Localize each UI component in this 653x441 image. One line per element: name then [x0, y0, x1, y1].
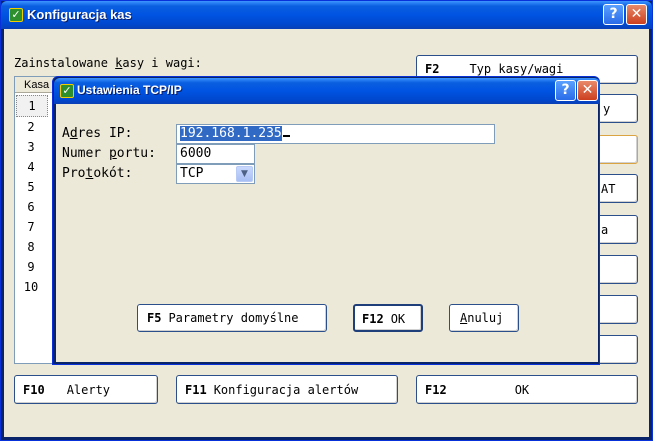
port-input[interactable]: 6000 [176, 144, 255, 164]
partial-button-6[interactable] [596, 335, 638, 364]
dialog-app-icon: ✓ [60, 84, 74, 98]
list-rows: 1 2 3 4 5 6 7 8 9 10 [16, 95, 54, 297]
installed-label: Zainstalowane kasy i wagi: [14, 56, 202, 70]
main-titlebar[interactable]: ✓ Konfiguracja kas ? ✕ [1, 1, 652, 29]
partial-button-focused[interactable] [596, 135, 638, 164]
list-item[interactable]: 8 [16, 237, 46, 257]
dialog-titlebar[interactable]: ✓ Ustawienia TCP/IP ? ✕ [54, 78, 600, 104]
list-item[interactable]: 5 [16, 177, 46, 197]
list-item[interactable]: 2 [16, 117, 46, 137]
list-item[interactable]: 9 [16, 257, 46, 277]
ip-label: Adres IP: [62, 126, 133, 141]
dialog-client: Adres IP: 192.168.1.235 Numer portu: 600… [56, 104, 598, 362]
list-item[interactable]: 10 [16, 277, 46, 297]
partial-button-3[interactable]: a [596, 215, 638, 244]
port-label: Numer portu: [62, 146, 156, 161]
list-item[interactable]: 1 [16, 95, 48, 117]
protocol-value: TCP [180, 166, 204, 181]
partial-button-5[interactable] [596, 295, 638, 324]
partial-button-1[interactable]: y [596, 94, 638, 123]
window-title: Konfiguracja kas [27, 7, 132, 22]
default-params-button[interactable]: F5 Parametry domyślne [137, 304, 327, 332]
protocol-select[interactable]: TCP ▼ [176, 164, 255, 184]
protocol-label: Protokót: [62, 166, 133, 181]
dialog-title: Ustawienia TCP/IP [77, 83, 182, 97]
alerts-button[interactable]: F10 Alerty [14, 375, 158, 404]
ok-main-button[interactable]: F12 OK [416, 375, 638, 404]
tcpip-dialog: ✓ Ustawienia TCP/IP ? ✕ Adres IP: 192.16… [52, 76, 600, 365]
cancel-button[interactable]: Anuluj [449, 304, 519, 332]
dialog-ok-button[interactable]: F12 OK [353, 304, 423, 332]
dialog-close-icon[interactable]: ✕ [577, 80, 598, 101]
list-item[interactable]: 4 [16, 157, 46, 177]
ip-address-input[interactable]: 192.168.1.235 [176, 124, 495, 144]
list-item[interactable]: 6 [16, 197, 46, 217]
partial-button-4[interactable] [596, 255, 638, 284]
close-icon[interactable]: ✕ [626, 4, 647, 25]
help-icon[interactable]: ? [603, 4, 624, 25]
alerts-config-button[interactable]: F11 Konfiguracja alertów [176, 375, 398, 404]
chevron-down-icon[interactable]: ▼ [236, 166, 253, 182]
app-icon: ✓ [9, 8, 23, 22]
list-item[interactable]: 7 [16, 217, 46, 237]
list-item[interactable]: 3 [16, 137, 46, 157]
dialog-help-icon[interactable]: ? [555, 80, 576, 101]
partial-button-2[interactable]: AT [596, 174, 638, 203]
